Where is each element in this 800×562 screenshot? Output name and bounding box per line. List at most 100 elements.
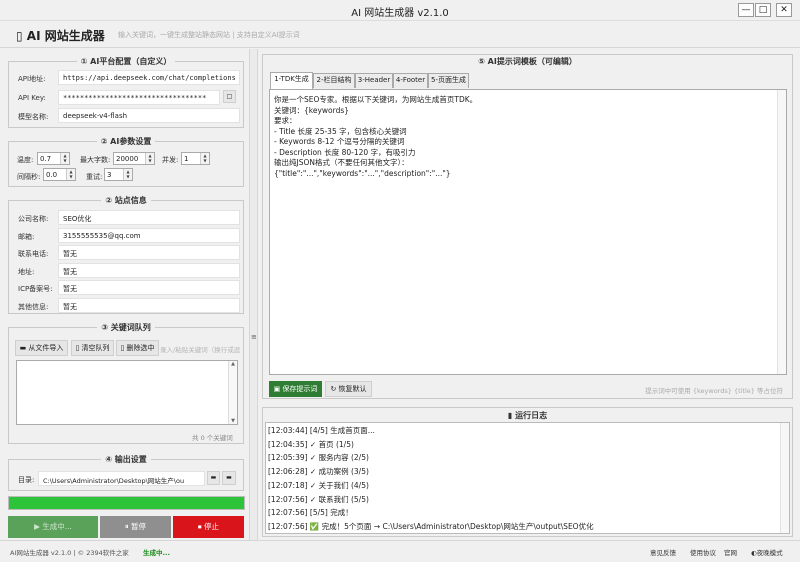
maximize-button[interactable]: □ (755, 3, 771, 17)
output-dir-input[interactable]: C:\Users\Administrator\Desktop\网站生产\ou (38, 471, 205, 486)
log-line: [12:07:56] ✅ 完成！5个页面 → C:\Users\Administ… (268, 521, 594, 531)
log-scrollbar[interactable] (780, 423, 789, 533)
prompt-tab[interactable]: 3-Header (355, 73, 393, 88)
start-button[interactable]: ▶ 生成中... (8, 516, 98, 538)
log-line: [12:07:56] [5/5] 完成！ (268, 508, 353, 518)
restore-default-button[interactable]: ↻ 恢复默认 (325, 381, 372, 397)
prompt-line: - Title 长度 25-35 字，包含核心关键词 (274, 126, 407, 136)
site-field-input[interactable]: 暂无 (58, 245, 240, 261)
site-field-label: 邮箱: (18, 232, 35, 241)
folder-open-icon: ▬ (226, 474, 232, 481)
prompt-tab[interactable]: 1-TDK生成 (270, 72, 313, 89)
spin-arrows-icon[interactable]: ▲ ▼ (60, 153, 69, 164)
max-words-spinbox[interactable]: 20000 ▲ ▼ (113, 152, 155, 165)
spin-arrows-icon[interactable]: ▲ ▼ (123, 169, 132, 180)
prompt-line: 输出纯JSON格式（不要任何其他文字）： (274, 158, 409, 167)
model-input[interactable]: deepseek-v4-flash (58, 108, 240, 123)
prompt-line: 你是一个SEO专家。根据以下关键词，为网站生成首页TDK。 (274, 95, 478, 104)
site-field-input[interactable]: 暂无 (58, 280, 240, 296)
clear-queue-button[interactable]: ▯ 清空队列 (71, 340, 114, 356)
window-title: AI 网站生成器 v2.1.0 (351, 8, 449, 19)
log-line: [12:06:28] ✓ 成功案例 (3/5) (268, 467, 369, 477)
concurrency-spinbox[interactable]: 1 ▲ ▼ (181, 152, 210, 165)
close-button[interactable]: ✕ (776, 3, 792, 17)
site-info-title: ② 站点信息 (101, 196, 151, 205)
eye-icon: □ (226, 93, 233, 100)
prompt-editor[interactable]: 你是一个SEO专家。根据以下关键词，为网站生成首页TDK。 关键词：{keywor… (269, 89, 787, 375)
import-file-button[interactable]: ▬ 从文件导入 (15, 340, 68, 356)
prompt-line: 关键词：{keywords} (274, 105, 350, 115)
api-url-input[interactable]: https://api.deepseek.com/chat/completion… (58, 70, 240, 85)
log-line: [12:03:44] [4/5] 生成首页面... (268, 426, 375, 435)
app-header: ▯ AI 网站生成器 输入关键词，一键生成整站静态网站 | 支持自定义AI提示词 (0, 21, 800, 48)
prompt-tab[interactable]: 2-栏目结构 (313, 73, 355, 88)
delete-selected-button[interactable]: ▯ 删除选中 (116, 340, 159, 356)
app-subtitle: 输入关键词，一键生成整站静态网站 | 支持自定义AI提示词 (118, 31, 300, 39)
prompt-scrollbar[interactable] (777, 90, 786, 374)
output-dir-label: 目录: (18, 476, 35, 484)
concurrency-label: 并发: (162, 156, 179, 164)
site-field-input[interactable]: 暂无 (58, 298, 240, 313)
panel-splitter[interactable]: ≡ (249, 49, 258, 540)
log-line: [12:04:35] ✓ 首页 (1/5) (268, 439, 354, 449)
copyright-text: AI网站生成器 v2.1.0 | © 2394软件之家 (10, 549, 129, 557)
log-line: [12:07:56] ✓ 联系我们 (5/5) (268, 494, 369, 504)
ai-platform-title: ① AI平台配置（自定义） (76, 57, 176, 66)
spin-arrows-icon[interactable]: ▲ ▼ (66, 169, 75, 180)
keywords-hint: 录入/粘贴关键词（换行或逗 (160, 346, 240, 354)
folder-icon: ▬ (210, 474, 217, 481)
minimize-button[interactable]: — (738, 3, 754, 17)
prompt-tab[interactable]: 5-页面生成 (428, 73, 469, 88)
prompt-tab[interactable]: 4-Footer (393, 73, 428, 88)
stop-button[interactable]: ⏹ 停止 (173, 516, 244, 538)
output-title: ④ 输出设置 (101, 455, 151, 464)
save-prompt-button[interactable]: ▣ 保存提示词 (269, 381, 322, 397)
pause-button[interactable]: ⏸ 暂停 (100, 516, 171, 538)
open-folder-button[interactable]: ▬ (222, 471, 236, 485)
interval-spinbox[interactable]: 0.0 ▲ ▼ (43, 168, 76, 181)
site-field-input[interactable]: SEO优化 (58, 210, 240, 225)
temperature-label: 温度: (17, 156, 34, 164)
retry-label: 重试: (86, 173, 103, 181)
api-key-input[interactable]: ********************************** (58, 90, 220, 105)
prompt-line: 要求： (274, 116, 297, 125)
keyword-count: 共 0 个关键词 (192, 434, 233, 442)
site-field-input[interactable]: 3155555535@qq.com (58, 227, 240, 243)
site-field-input[interactable]: 暂无 (58, 262, 240, 278)
app-title: ▯ AI 网站生成器 (16, 27, 105, 44)
scroll-down-icon[interactable]: ▼ (229, 418, 237, 424)
website-link[interactable]: 官网 (724, 547, 737, 557)
prompt-line: {"title":"...","keywords":"...","descrip… (274, 168, 451, 178)
night-mode-button[interactable]: ◐夜晚模式 (751, 547, 783, 557)
prompt-hint: 提示词中可使用 {keywords} {title} 等占位符 (645, 387, 783, 395)
keywords-scrollbar[interactable]: ▲ ▼ (228, 361, 237, 424)
prompt-panel-title: ⑤ AI提示词模板（可编辑） (478, 57, 577, 66)
keywords-textarea[interactable]: ▲ ▼ (16, 360, 238, 425)
status-bar: AI网站生成器 v2.1.0 | © 2394软件之家 生成中... 意见反馈 … (0, 540, 800, 562)
log-line: [12:05:39] ✓ 服务内容 (2/5) (268, 453, 369, 463)
model-label: 模型名称: (18, 113, 49, 121)
browse-folder-button[interactable]: ▬ (207, 471, 220, 485)
splitter-grip-icon: ≡ (251, 333, 257, 341)
progress-bar (8, 496, 245, 510)
app-logo-icon: ▯ (16, 29, 27, 43)
max-words-label: 最大字数: (80, 156, 111, 164)
spin-arrows-icon[interactable]: ▲ ▼ (200, 153, 209, 164)
api-key-label: API Key: (18, 94, 46, 102)
status-text: 生成中... (143, 549, 170, 557)
prompt-line: - Keywords 8-12 个逗号分隔的关键词 (274, 137, 405, 146)
ai-params-title: ② AI参数设置 (96, 137, 156, 146)
spin-arrows-icon[interactable]: ▲ ▼ (145, 153, 154, 164)
progress-fill (9, 497, 244, 509)
temperature-spinbox[interactable]: 0.7 ▲ ▼ (37, 152, 70, 165)
site-field-label: 联系电话: (18, 250, 49, 259)
retry-spinbox[interactable]: 3 ▲ ▼ (104, 168, 133, 181)
interval-label: 间隔秒: (17, 173, 41, 181)
agreement-link[interactable]: 使用协议 (690, 547, 716, 557)
site-field-label: 地址: (18, 267, 35, 276)
scroll-up-icon[interactable]: ▲ (229, 361, 237, 367)
site-field-label: ICP备案号: (18, 285, 53, 294)
site-field-label: 其他信息: (18, 303, 49, 311)
toggle-key-visibility-button[interactable]: □ (223, 90, 236, 103)
feedback-link[interactable]: 意见反馈 (650, 547, 676, 557)
